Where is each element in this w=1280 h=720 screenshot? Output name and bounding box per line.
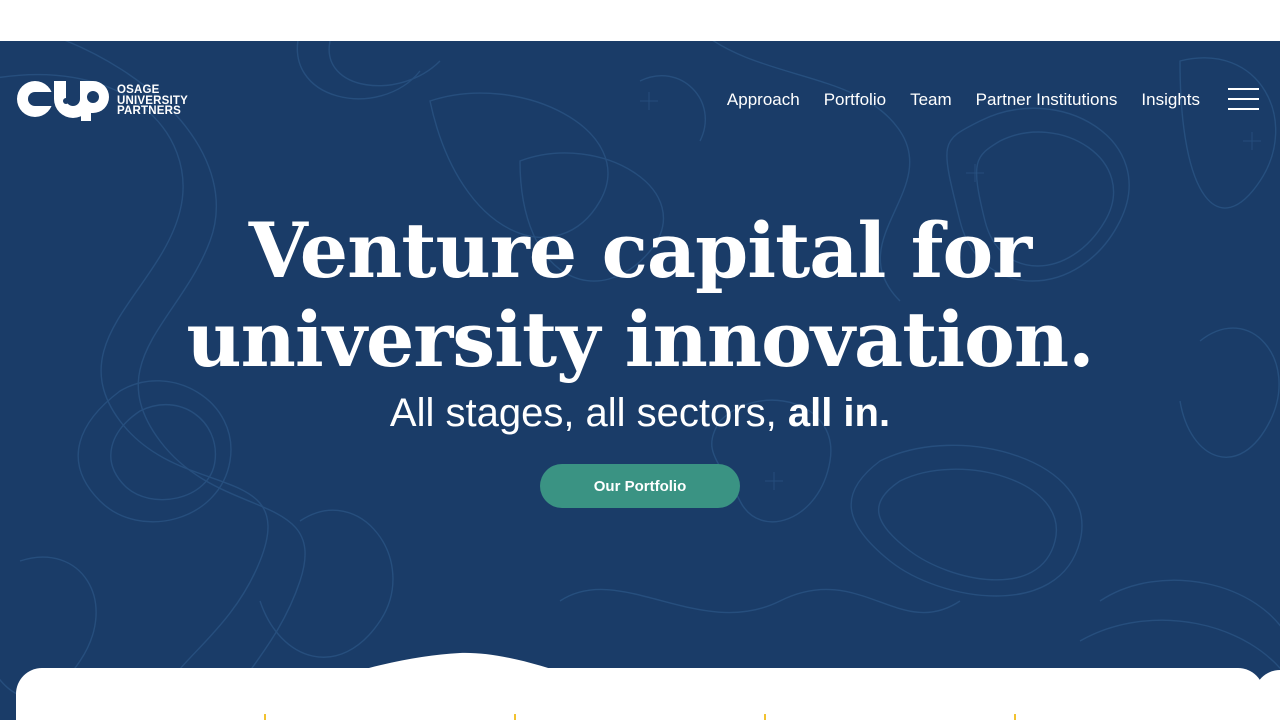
hero-headline-line-2: university innovation. xyxy=(186,295,1094,384)
logo-wordmark: OSAGE UNIVERSITY PARTNERS xyxy=(117,85,188,117)
hero-subheadline: All stages, all sectors, all in. xyxy=(0,390,1280,436)
our-portfolio-button[interactable]: Our Portfolio xyxy=(540,464,740,508)
hero-section: OSAGE UNIVERSITY PARTNERS Approach Portf… xyxy=(0,41,1280,720)
main-nav: Approach Portfolio Team Partner Institut… xyxy=(727,88,1200,112)
hero-headline-line-1: Venture capital for xyxy=(248,206,1032,295)
accent-tick xyxy=(1014,714,1016,720)
hero-subheadline-bold: all in. xyxy=(787,391,891,435)
oup-logo-mark-icon xyxy=(17,81,109,121)
logo-line-3: PARTNERS xyxy=(117,105,182,118)
content-card xyxy=(16,668,1264,720)
site-logo[interactable]: OSAGE UNIVERSITY PARTNERS xyxy=(16,79,196,123)
nav-item-approach[interactable]: Approach xyxy=(727,90,800,110)
nav-item-team[interactable]: Team xyxy=(910,90,952,110)
top-strip xyxy=(0,0,1280,41)
accent-tick xyxy=(264,714,266,720)
hero-headline: Venture capital for university innovatio… xyxy=(0,206,1280,384)
nav-item-portfolio[interactable]: Portfolio xyxy=(824,90,886,110)
hero-subheadline-regular: All stages, all sectors, xyxy=(389,391,788,435)
hamburger-menu-icon[interactable] xyxy=(1228,87,1259,112)
accent-tick xyxy=(764,714,766,720)
nav-item-insights[interactable]: Insights xyxy=(1141,90,1200,110)
nav-item-partner-institutions[interactable]: Partner Institutions xyxy=(976,90,1118,110)
accent-tick xyxy=(514,714,516,720)
